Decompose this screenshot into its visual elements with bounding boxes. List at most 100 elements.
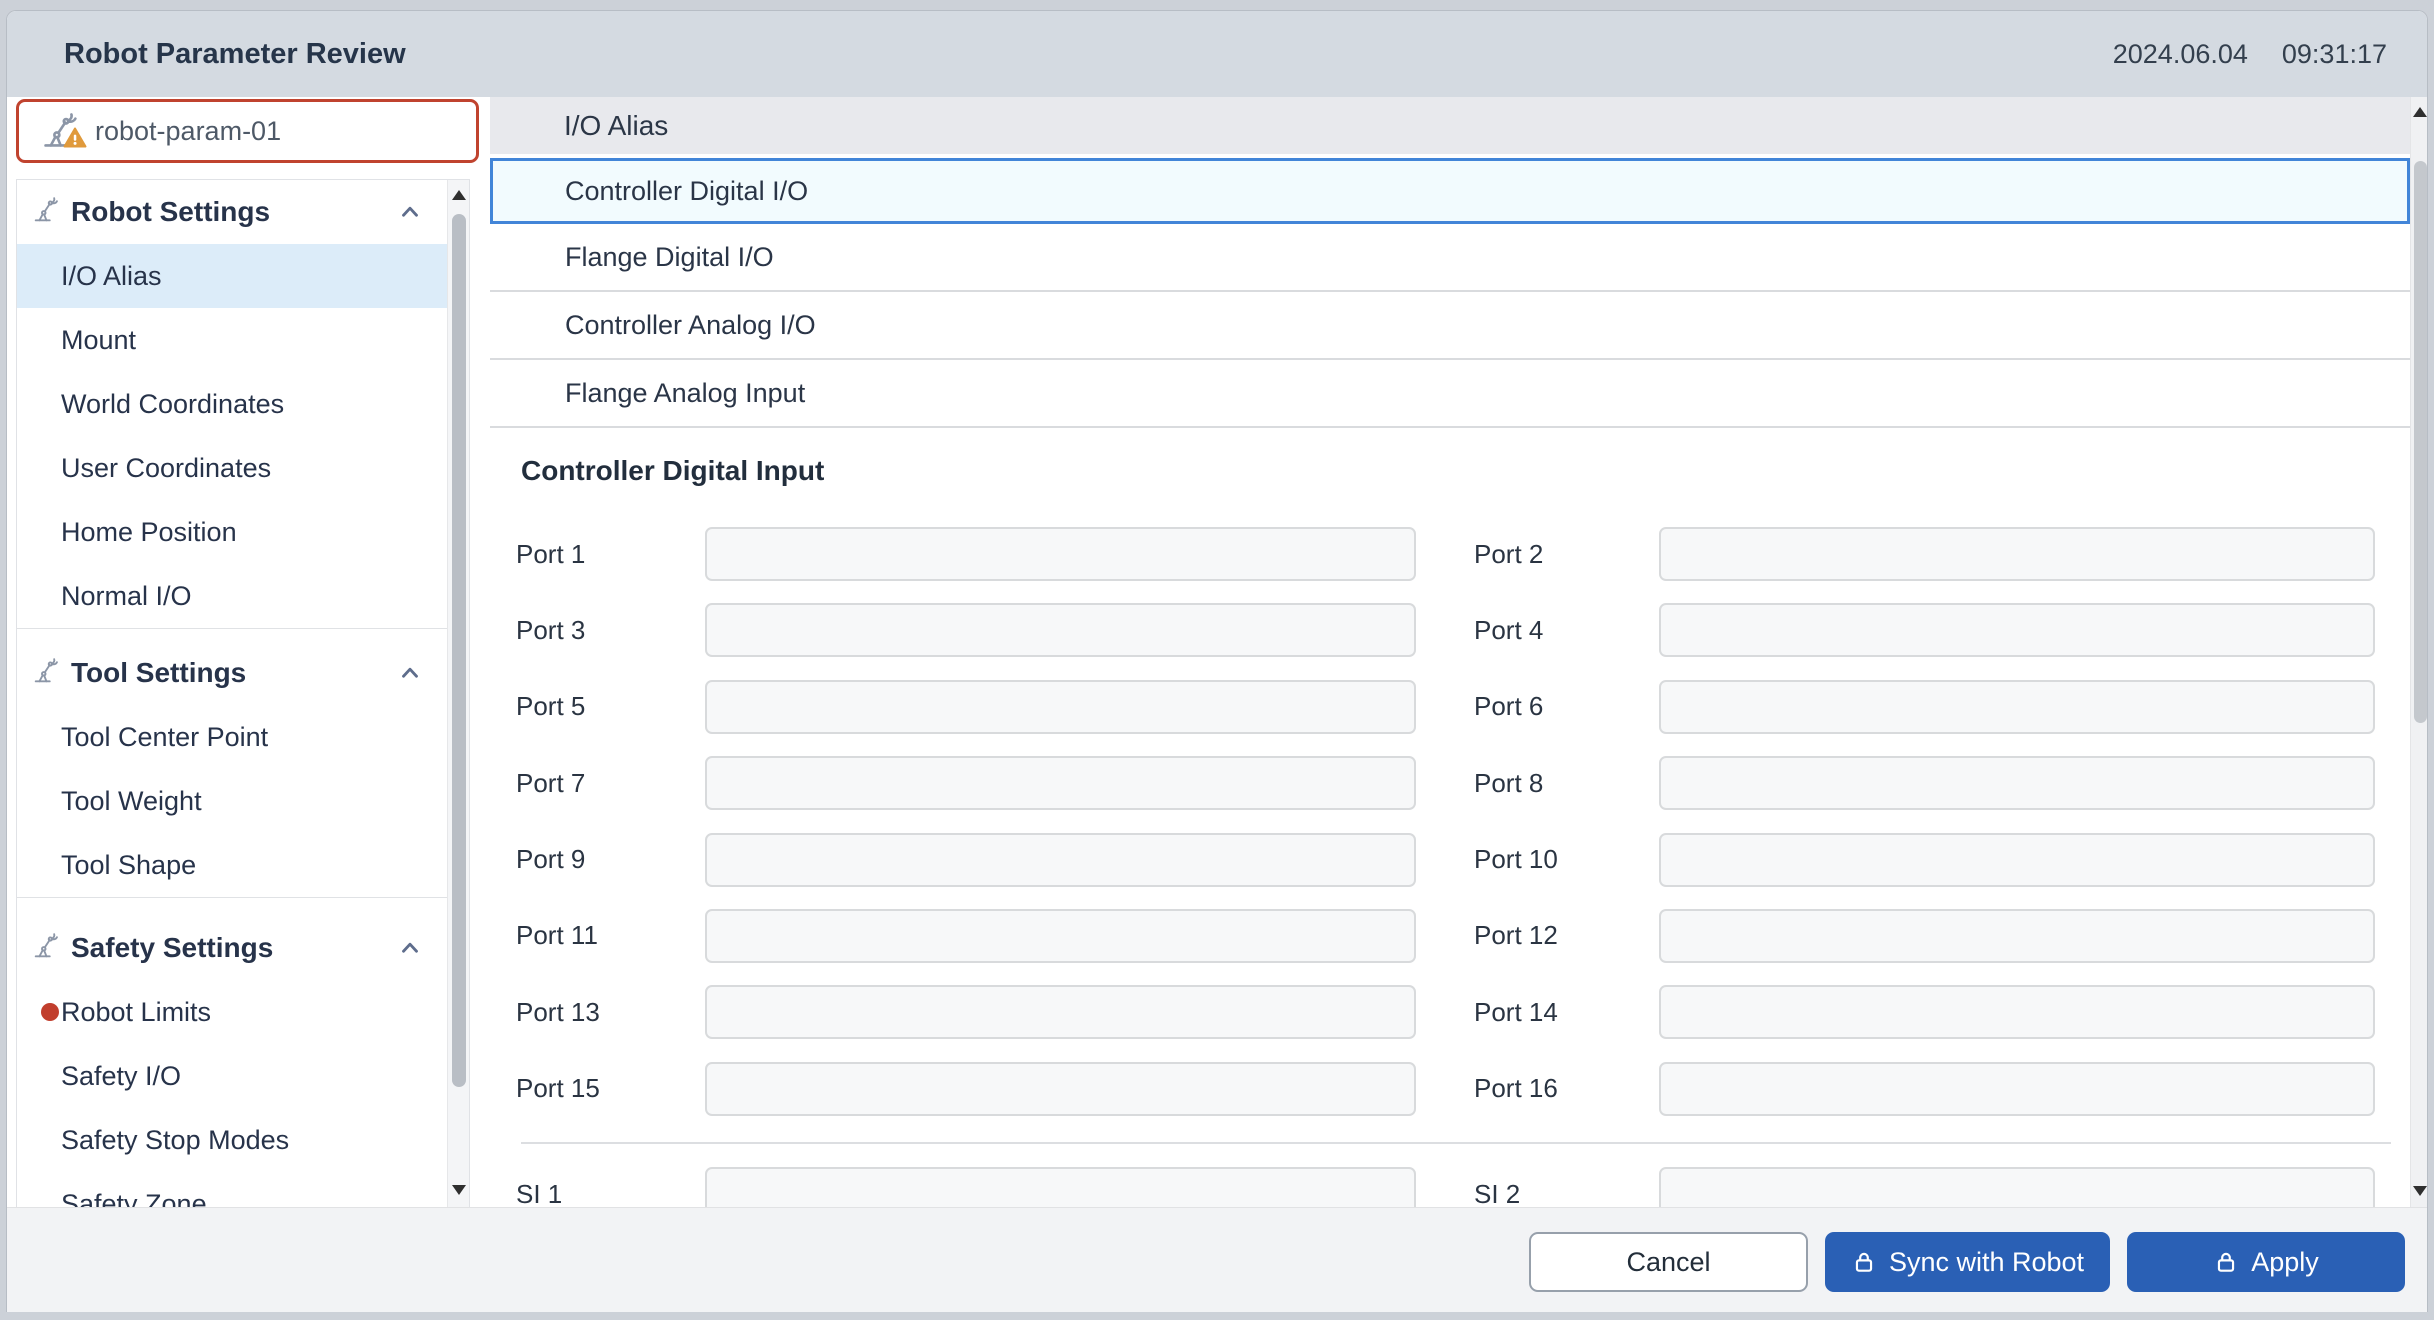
time-label: 09:31:17 xyxy=(2282,39,2387,70)
sidebar-item-label: Safety Stop Modes xyxy=(61,1125,289,1156)
port-row: Port 13 Port 14 xyxy=(490,985,2410,1039)
io-alias-tab-list: Controller Digital I/O Flange Digital I/O… xyxy=(490,158,2410,428)
sidebar-item-label: Tool Shape xyxy=(61,850,196,881)
main-scrollbar-thumb[interactable] xyxy=(2414,161,2427,723)
input-port-9[interactable] xyxy=(705,833,1416,887)
sidebar-item-tool-shape[interactable]: Tool Shape xyxy=(17,833,447,897)
tab-flange-digital-i-o[interactable]: Flange Digital I/O xyxy=(490,224,2410,292)
input-port-15[interactable] xyxy=(705,1062,1416,1116)
sidebar-item-tool-weight[interactable]: Tool Weight xyxy=(17,769,447,833)
port-label: Port 2 xyxy=(1474,539,1659,570)
datetime: 2024.06.04 09:31:17 xyxy=(2113,39,2387,70)
sidebar-scrollbar[interactable] xyxy=(447,180,469,1207)
port-row: Port 1 Port 2 xyxy=(490,527,2410,581)
sidebar-item-robot-limits[interactable]: Robot Limits xyxy=(17,980,447,1044)
input-port-16[interactable] xyxy=(1659,1062,2375,1116)
sidebar-item-safety-zone[interactable]: Safety Zone xyxy=(17,1172,447,1207)
input-si-2[interactable] xyxy=(1659,1167,2375,1208)
input-port-10[interactable] xyxy=(1659,833,2375,887)
scroll-up-arrow-icon[interactable] xyxy=(2413,107,2427,117)
input-port-11[interactable] xyxy=(705,909,1416,963)
sidebar-item-label: Mount xyxy=(61,325,136,356)
port-label: Port 5 xyxy=(516,691,705,722)
input-port-5[interactable] xyxy=(705,680,1416,734)
port-label: Port 3 xyxy=(516,615,705,646)
input-port-1[interactable] xyxy=(705,527,1416,581)
sidebar-item-label: I/O Alias xyxy=(61,261,162,292)
tab-controller-digital-i-o[interactable]: Controller Digital I/O xyxy=(490,158,2410,224)
sidebar-item-user-coordinates[interactable]: User Coordinates xyxy=(17,436,447,500)
apply-button-label: Apply xyxy=(2251,1247,2319,1278)
chevron-up-icon[interactable] xyxy=(397,199,423,225)
port-label: Port 6 xyxy=(1474,691,1659,722)
port-row: SI 1SI 2 xyxy=(490,1167,2410,1208)
main-scrollbar[interactable] xyxy=(2410,97,2428,1208)
sidebar-scrollbar-thumb[interactable] xyxy=(452,214,466,1087)
robot-arm-icon xyxy=(31,195,61,230)
sidebar-item-label: Robot Limits xyxy=(61,997,211,1028)
port-row: Port 7Port 8 xyxy=(490,756,2410,810)
sidebar-item-safety-i-o[interactable]: Safety I/O xyxy=(17,1044,447,1108)
input-port-6[interactable] xyxy=(1659,680,2375,734)
tab-controller-analog-i-o[interactable]: Controller Analog I/O xyxy=(490,292,2410,360)
chevron-up-icon[interactable] xyxy=(397,935,423,961)
main-header-title: I/O Alias xyxy=(564,110,668,142)
footer-bar: Cancel Sync with Robot xyxy=(7,1207,2427,1312)
sidebar-section-header-robot-settings[interactable]: Robot Settings xyxy=(17,180,447,244)
robot-arm-icon xyxy=(31,656,61,691)
input-si-1[interactable] xyxy=(705,1167,1416,1208)
scroll-down-arrow-icon[interactable] xyxy=(452,1185,466,1195)
input-port-2[interactable] xyxy=(1659,527,2375,581)
sidebar-item-mount[interactable]: Mount xyxy=(17,308,447,372)
port-label: Port 10 xyxy=(1474,844,1659,875)
port-row: Port 15 Port 16 xyxy=(490,1062,2410,1116)
sync-button-label: Sync with Robot xyxy=(1889,1247,2084,1278)
port-row: Port 3 Port 4 xyxy=(490,603,2410,657)
input-port-3[interactable] xyxy=(705,603,1416,657)
sidebar-item-normal-i-o[interactable]: Normal I/O xyxy=(17,564,447,628)
scroll-up-arrow-icon[interactable] xyxy=(452,190,466,200)
sidebar-section-header-safety-settings[interactable]: Safety Settings xyxy=(17,916,447,980)
cancel-button[interactable]: Cancel xyxy=(1529,1232,1808,1292)
input-port-4[interactable] xyxy=(1659,603,2375,657)
port-row: Port 9 Port 10 xyxy=(490,833,2410,887)
scroll-down-arrow-icon[interactable] xyxy=(2413,1186,2427,1196)
port-label: Port 16 xyxy=(1474,1073,1659,1104)
sidebar-item-i-o-alias[interactable]: I/O Alias xyxy=(17,244,447,308)
sidebar-item-label: Tool Weight xyxy=(61,786,202,817)
sidebar-section-tool-settings: Tool SettingsTool Center Point Tool Weigh… xyxy=(17,628,447,897)
sidebar-section-header-tool-settings[interactable]: Tool Settings xyxy=(17,641,447,705)
input-port-13[interactable] xyxy=(705,985,1416,1039)
tab-label: Controller Analog I/O xyxy=(565,310,816,341)
port-label: Port 13 xyxy=(516,997,705,1028)
input-port-7[interactable] xyxy=(705,756,1416,810)
lock-icon xyxy=(2213,1249,2239,1275)
chevron-up-icon[interactable] xyxy=(397,660,423,686)
tab-label: Flange Analog Input xyxy=(565,378,805,409)
sidebar-item-safety-stop-modes[interactable]: Safety Stop Modes xyxy=(17,1108,447,1172)
tab-flange-analog-input[interactable]: Flange Analog Input xyxy=(490,360,2410,428)
alert-dot xyxy=(41,1003,59,1021)
robot-parameter-review-window: Robot Parameter Review 2024.06.04 09:31:… xyxy=(6,10,2428,1312)
sidebar-item-tool-center-point[interactable]: Tool Center Point xyxy=(17,705,447,769)
sync-with-robot-button[interactable]: Sync with Robot xyxy=(1825,1232,2110,1292)
robot-name-field[interactable]: robot-param-01 xyxy=(16,99,479,163)
cancel-button-label: Cancel xyxy=(1626,1247,1710,1278)
port-label: Port 15 xyxy=(516,1073,705,1104)
port-label: Port 4 xyxy=(1474,615,1659,646)
sidebar-item-world-coordinates[interactable]: World Coordinates xyxy=(17,372,447,436)
port-label: Port 12 xyxy=(1474,920,1659,951)
input-port-14[interactable] xyxy=(1659,985,2375,1039)
port-label: Port 9 xyxy=(516,844,705,875)
tab-label: Flange Digital I/O xyxy=(565,242,774,273)
input-port-8[interactable] xyxy=(1659,756,2375,810)
apply-button[interactable]: Apply xyxy=(2127,1232,2405,1292)
date-label: 2024.06.04 xyxy=(2113,39,2248,70)
port-label: Port 1 xyxy=(516,539,705,570)
port-label: Port 14 xyxy=(1474,997,1659,1028)
port-label: Port 7 xyxy=(516,768,705,799)
section-label: Safety Settings xyxy=(71,932,273,964)
port-row: Port 5 Port 6 xyxy=(490,680,2410,734)
input-port-12[interactable] xyxy=(1659,909,2375,963)
sidebar-item-home-position[interactable]: Home Position xyxy=(17,500,447,564)
